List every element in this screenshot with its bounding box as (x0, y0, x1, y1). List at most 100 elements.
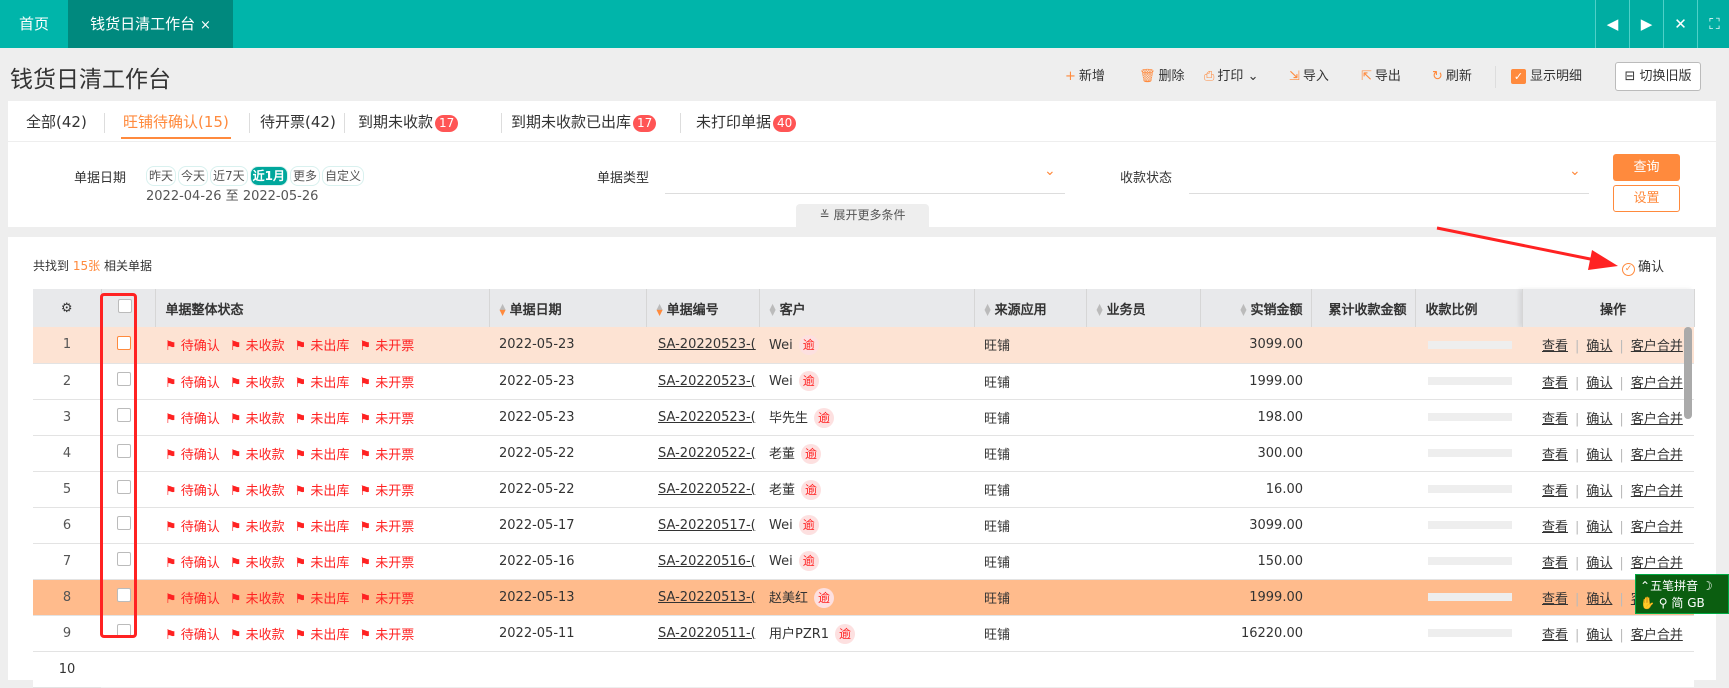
chip-yesterday[interactable]: 昨天 (146, 166, 177, 186)
status-tab-all[interactable]: 全部(42) (26, 111, 87, 139)
status-tab-due-unpaid[interactable]: 到期未收款 17 (358, 111, 459, 139)
confirm-link[interactable]: 确认 (1586, 376, 1612, 391)
document-code-link[interactable]: SA-20220516-( (658, 554, 756, 569)
close-tab-icon[interactable]: × (200, 18, 211, 33)
add-label: 新增 (1078, 69, 1105, 84)
settings-button[interactable]: 设置 (1613, 185, 1680, 212)
merge-customer-link[interactable]: 客户合并 (1631, 376, 1683, 391)
confirm-link[interactable]: 确认 (1586, 556, 1612, 571)
confirm-link[interactable]: 确认 (1586, 628, 1612, 643)
view-link[interactable]: 查看 (1542, 592, 1568, 607)
confirm-link[interactable]: 确认 (1586, 412, 1612, 427)
overdue-tag: 逾 (798, 515, 819, 535)
add-button[interactable]: + 新增 (1065, 67, 1105, 87)
column-settings-icon[interactable]: ⚙ (33, 289, 102, 327)
view-link[interactable]: 查看 (1542, 376, 1568, 391)
merge-customer-link[interactable]: 客户合并 (1631, 520, 1683, 535)
status-flag: ⚑ 待确认 (165, 519, 220, 535)
switch-old-version-button[interactable]: ⊟ 切换旧版 (1615, 62, 1701, 91)
table-row[interactable]: 2 ⚑ 待确认 ⚑ 未收款 ⚑ 未出库 ⚑ 未开票 2022-05-23 SA-202… (33, 363, 1694, 400)
col-code[interactable]: ▲ ▼ 单据编号 (646, 289, 760, 327)
chip-today[interactable]: 今天 (178, 166, 209, 186)
table-row[interactable]: 10 (33, 651, 1694, 688)
query-button[interactable]: 查询 (1613, 154, 1680, 181)
customer-cell: 毕先生逾 (759, 399, 974, 436)
import-button[interactable]: ⇲ 导入 (1289, 67, 1329, 87)
chip-7days[interactable]: 近7天 (210, 166, 248, 186)
source-cell: 旺铺 (974, 471, 1086, 508)
table-row[interactable]: 1 ⚑ 待确认 ⚑ 未收款 ⚑ 未出库 ⚑ 未开票 2022-05-23 SA-202… (33, 327, 1694, 364)
document-code-link[interactable]: SA-20220522-( (658, 446, 756, 461)
chip-custom[interactable]: 自定义 (322, 166, 365, 186)
view-link[interactable]: 查看 (1542, 339, 1568, 354)
view-link[interactable]: 查看 (1542, 448, 1568, 463)
flag-icon: ⚑ (165, 375, 177, 391)
confirm-link[interactable]: 确认 (1586, 339, 1612, 354)
document-code-link[interactable]: SA-20220523-( (658, 374, 756, 389)
delete-button[interactable]: 🗑 删除 (1139, 67, 1185, 87)
document-code-link[interactable]: SA-20220517-( (658, 518, 756, 533)
table-row[interactable]: 6 ⚑ 待确认 ⚑ 未收款 ⚑ 未出库 ⚑ 未开票 2022-05-17 SA-202… (33, 507, 1694, 544)
table-row[interactable]: 5 ⚑ 待确认 ⚑ 未收款 ⚑ 未出库 ⚑ 未开票 2022-05-22 SA-202… (33, 471, 1694, 508)
col-customer[interactable]: ▲ ▼ 客户 (759, 289, 975, 327)
confirm-link[interactable]: 确认 (1586, 484, 1612, 499)
view-link[interactable]: 查看 (1542, 520, 1568, 535)
table-row[interactable]: 8 ⚑ 待确认 ⚑ 未收款 ⚑ 未出库 ⚑ 未开票 2022-05-13 SA-202… (33, 579, 1694, 616)
document-code-link[interactable]: SA-20220523-( (658, 337, 756, 352)
col-source[interactable]: ▲ ▼ 来源应用 (974, 289, 1087, 327)
export-button[interactable]: ⇱ 导出 (1361, 67, 1401, 87)
status-cell: ⚑ 待确认 ⚑ 未收款 ⚑ 未出库 ⚑ 未开票 (155, 327, 489, 364)
table-scrollbar[interactable] (1684, 327, 1692, 419)
table-row[interactable]: 7 ⚑ 待确认 ⚑ 未收款 ⚑ 未出库 ⚑ 未开票 2022-05-16 SA-202… (33, 543, 1694, 580)
table-row[interactable]: 9 ⚑ 待确认 ⚑ 未收款 ⚑ 未出库 ⚑ 未开票 2022-05-11 SA-202… (33, 615, 1694, 652)
merge-customer-link[interactable]: 客户合并 (1631, 448, 1683, 463)
expand-conditions-button[interactable]: ≚ 展开更多条件 (796, 204, 929, 227)
confirm-link[interactable]: 确认 (1586, 448, 1612, 463)
merge-customer-link[interactable]: 客户合并 (1631, 628, 1683, 643)
overdue-tag: 逾 (814, 407, 835, 428)
table-header: ⚙ 单据整体状态 ▲ ▼ 单据日期 ▲ ▼ 单据编号 ▲ ▼ 客户 ▲ ▼ 来源应用 ▲ ▼ 业务员… (33, 289, 1695, 327)
col-amount[interactable]: ▲ ▼ 实销金额 (1200, 289, 1312, 327)
type-select[interactable] (665, 161, 1065, 193)
chip-more[interactable]: 更多 (290, 166, 321, 186)
view-link[interactable]: 查看 (1542, 556, 1568, 571)
confirm-link[interactable]: 确认 (1586, 592, 1612, 607)
row-number: 7 (33, 543, 101, 580)
tab-active[interactable]: 钱货日清工作台 × (68, 0, 233, 48)
col-salesperson[interactable]: ▲ ▼ 业务员 (1086, 289, 1201, 327)
status-tab-pending-confirm[interactable]: 旺铺待确认(15) (121, 111, 231, 139)
chevron-down-icon: ⌄ (1247, 69, 1259, 84)
payment-status-select[interactable] (1189, 161, 1589, 193)
status-tab-to-invoice[interactable]: 待开票(42) (260, 111, 336, 139)
scroll-left-icon[interactable]: ◀ (1595, 0, 1629, 48)
document-code-link[interactable]: SA-20220511-( (658, 626, 756, 641)
double-chevron-down-icon: ≚ (819, 208, 830, 222)
confirm-link[interactable]: 确认 (1586, 520, 1612, 535)
chip-1month[interactable]: 近1月 (249, 166, 289, 186)
view-link[interactable]: 查看 (1542, 484, 1568, 499)
fullscreen-icon[interactable]: ⛶ (1697, 0, 1729, 48)
view-link[interactable]: 查看 (1542, 628, 1568, 643)
status-cell: ⚑ 待确认 ⚑ 未收款 ⚑ 未出库 ⚑ 未开票 (155, 543, 489, 580)
refresh-button[interactable]: ↻ 刷新 (1432, 67, 1472, 87)
merge-customer-link[interactable]: 客户合并 (1631, 339, 1683, 354)
document-code-link[interactable]: SA-20220513-( (658, 590, 756, 605)
print-button[interactable]: ⎙ 打印 ⌄ (1204, 67, 1258, 87)
status-tab-unprinted[interactable]: 未打印单据 40 (696, 111, 797, 139)
flag-icon: ⚑ (359, 411, 372, 427)
col-date[interactable]: ▲ ▼ 单据日期 (489, 289, 647, 327)
document-code-link[interactable]: SA-20220522-( (658, 482, 756, 497)
table-row[interactable]: 3 ⚑ 待确认 ⚑ 未收款 ⚑ 未出库 ⚑ 未开票 2022-05-23 SA-202… (33, 399, 1694, 436)
status-tab-due-unpaid-shipped[interactable]: 到期未收款已出库 17 (511, 111, 657, 139)
merge-customer-link[interactable]: 客户合并 (1631, 556, 1683, 571)
tab-home[interactable]: 首页 (0, 0, 68, 48)
merge-customer-link[interactable]: 客户合并 (1631, 484, 1683, 499)
ime-toolbar[interactable]: ⌃五笔拼音 ☽ ✋ ⚲ 简 GB (1635, 574, 1729, 614)
view-link[interactable]: 查看 (1542, 412, 1568, 427)
document-code-link[interactable]: SA-20220523-( (658, 410, 756, 425)
scroll-right-icon[interactable]: ▶ (1629, 0, 1663, 48)
merge-customer-link[interactable]: 客户合并 (1631, 412, 1683, 427)
close-all-icon[interactable]: ✕ (1663, 0, 1697, 48)
table-row[interactable]: 4 ⚑ 待确认 ⚑ 未收款 ⚑ 未出库 ⚑ 未开票 2022-05-22 SA-202… (33, 435, 1694, 472)
show-detail-checkbox[interactable]: ✓ 显示明细 (1511, 67, 1582, 87)
